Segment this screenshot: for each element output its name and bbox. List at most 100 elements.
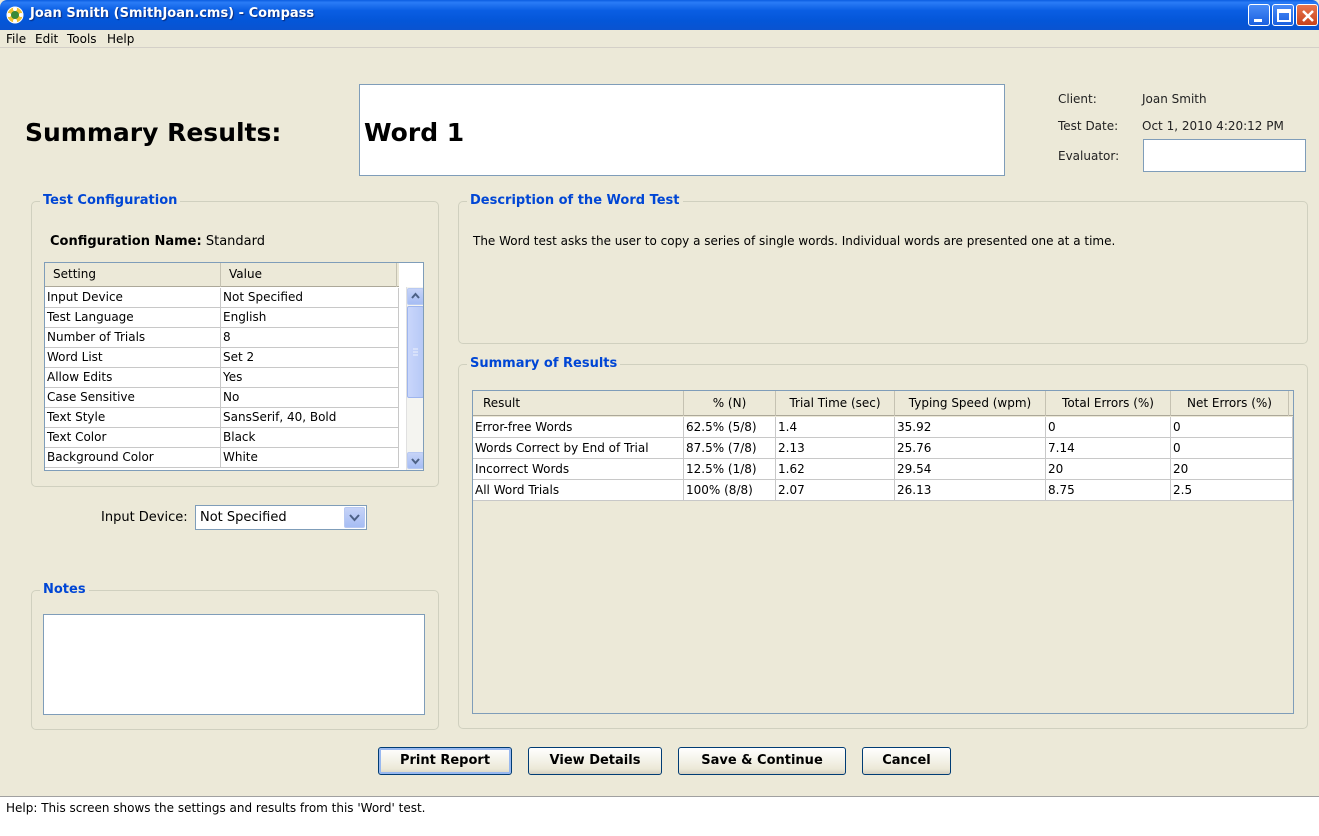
- net-errors-cell: 20: [1171, 459, 1293, 480]
- notes-title: Notes: [40, 582, 89, 597]
- results-table-header: Result % (N) Trial Time (sec) Typing Spe…: [473, 391, 1293, 416]
- menu-edit[interactable]: Edit: [35, 32, 58, 46]
- minimize-button[interactable]: [1248, 4, 1270, 26]
- configuration-name: Configuration Name: Standard: [50, 234, 265, 249]
- column-header-value[interactable]: Value: [221, 263, 397, 287]
- results-row[interactable]: Error-free Words 62.5% (5/8) 1.4 35.92 0 0: [473, 417, 1293, 438]
- total-errors-cell: 8.75: [1046, 480, 1171, 501]
- menu-file[interactable]: File: [6, 32, 26, 46]
- view-details-button[interactable]: View Details: [528, 747, 662, 775]
- close-icon: [1302, 10, 1314, 22]
- setting-value-cell: No: [221, 388, 399, 408]
- column-header-net-errors[interactable]: Net Errors (%): [1171, 391, 1289, 416]
- description-title: Description of the Word Test: [467, 193, 683, 208]
- test-configuration-title: Test Configuration: [40, 193, 181, 208]
- column-header-result[interactable]: Result: [473, 391, 684, 416]
- column-header-trial-time[interactable]: Trial Time (sec): [776, 391, 895, 416]
- status-bar: Help: This screen shows the settings and…: [0, 796, 1319, 836]
- net-errors-cell: 0: [1171, 417, 1293, 438]
- setting-value-cell: SansSerif, 40, Bold: [221, 408, 399, 428]
- chevron-up-icon: [411, 292, 420, 299]
- settings-row[interactable]: Test Language English: [45, 308, 399, 328]
- test-date-value: Oct 1, 2010 4:20:12 PM: [1142, 119, 1284, 133]
- setting-name-cell: Allow Edits: [45, 368, 221, 388]
- configuration-name-label: Configuration Name:: [50, 234, 202, 249]
- settings-row[interactable]: Case Sensitive No: [45, 388, 399, 408]
- column-header-percent[interactable]: % (N): [684, 391, 776, 416]
- setting-value-cell: Black: [221, 428, 399, 448]
- percent-cell: 62.5% (5/8): [684, 417, 776, 438]
- settings-row[interactable]: Text Style SansSerif, 40, Bold: [45, 408, 399, 428]
- column-header-setting[interactable]: Setting: [45, 263, 221, 287]
- client-label: Client:: [1058, 92, 1097, 106]
- description-group: Description of the Word Test: [458, 193, 1308, 344]
- settings-table-header: Setting Value: [45, 263, 399, 287]
- column-header-typing-speed[interactable]: Typing Speed (wpm): [895, 391, 1046, 416]
- status-text: Help: This screen shows the settings and…: [6, 801, 426, 815]
- setting-name-cell: Input Device: [45, 288, 221, 308]
- save-continue-button[interactable]: Save & Continue: [678, 747, 846, 775]
- settings-row[interactable]: Word List Set 2: [45, 348, 399, 368]
- settings-row[interactable]: Number of Trials 8: [45, 328, 399, 348]
- setting-name-cell: Number of Trials: [45, 328, 221, 348]
- dropdown-button[interactable]: [344, 507, 365, 528]
- chevron-down-icon: [349, 514, 360, 522]
- results-table[interactable]: Result % (N) Trial Time (sec) Typing Spe…: [472, 390, 1294, 714]
- results-row[interactable]: All Word Trials 100% (8/8) 2.07 26.13 8.75 2.…: [473, 480, 1293, 501]
- setting-name-cell: Background Color: [45, 448, 221, 468]
- menu-tools[interactable]: Tools: [67, 32, 97, 46]
- result-name-cell: Error-free Words: [473, 417, 684, 438]
- trial-time-cell: 2.07: [776, 480, 895, 501]
- evaluator-label: Evaluator:: [1058, 149, 1120, 163]
- page-title: Summary Results:: [25, 118, 282, 147]
- input-device-selected: Not Specified: [200, 510, 287, 525]
- settings-table[interactable]: Setting Value Input Device Not Specified T…: [44, 262, 424, 471]
- setting-value-cell: 8: [221, 328, 399, 348]
- setting-value-cell: Yes: [221, 368, 399, 388]
- column-header-total-errors[interactable]: Total Errors (%): [1046, 391, 1171, 416]
- scroll-up-button[interactable]: [407, 288, 423, 305]
- configuration-name-value: Standard: [205, 234, 265, 249]
- notes-textarea[interactable]: [43, 614, 425, 715]
- settings-row[interactable]: Input Device Not Specified: [45, 288, 399, 308]
- grip-icon: [413, 348, 418, 356]
- typing-speed-cell: 26.13: [895, 480, 1046, 501]
- percent-cell: 87.5% (7/8): [684, 438, 776, 459]
- input-device-dropdown[interactable]: Not Specified: [195, 505, 367, 530]
- typing-speed-cell: 29.54: [895, 459, 1046, 480]
- results-row[interactable]: Words Correct by End of Trial 87.5% (7/8)…: [473, 438, 1293, 459]
- settings-row[interactable]: Text Color Black: [45, 428, 399, 448]
- settings-row[interactable]: Allow Edits Yes: [45, 368, 399, 388]
- compass-app-icon: [6, 6, 24, 24]
- total-errors-cell: 7.14: [1046, 438, 1171, 459]
- test-name-value: Word 1: [364, 118, 465, 147]
- description-text: The Word test asks the user to copy a se…: [473, 234, 1116, 248]
- settings-row[interactable]: Background Color White: [45, 448, 399, 468]
- maximize-icon: [1277, 9, 1291, 22]
- trial-time-cell: 2.13: [776, 438, 895, 459]
- setting-name-cell: Text Color: [45, 428, 221, 448]
- scroll-down-button[interactable]: [407, 452, 423, 469]
- menu-help[interactable]: Help: [107, 32, 134, 46]
- scroll-thumb[interactable]: [407, 306, 423, 398]
- maximize-button[interactable]: [1272, 4, 1294, 26]
- setting-value-cell: Not Specified: [221, 288, 399, 308]
- result-name-cell: All Word Trials: [473, 480, 684, 501]
- evaluator-input[interactable]: [1143, 139, 1306, 172]
- total-errors-cell: 0: [1046, 417, 1171, 438]
- test-name-field[interactable]: Word 1: [359, 84, 1005, 176]
- settings-scrollbar[interactable]: [406, 287, 423, 470]
- percent-cell: 100% (8/8): [684, 480, 776, 501]
- window-title: Joan Smith (SmithJoan.cms) - Compass: [30, 6, 315, 21]
- client-value: Joan Smith: [1142, 92, 1207, 106]
- menu-bar: File Edit Tools Help: [0, 30, 1319, 48]
- close-button[interactable]: [1296, 4, 1318, 26]
- net-errors-cell: 2.5: [1171, 480, 1293, 501]
- chevron-down-icon: [411, 458, 420, 465]
- cancel-button[interactable]: Cancel: [862, 747, 951, 775]
- results-row[interactable]: Incorrect Words 12.5% (1/8) 1.62 29.54 20 20: [473, 459, 1293, 480]
- app-window: Joan Smith (SmithJoan.cms) - Compass Fil…: [0, 0, 1319, 836]
- print-report-button[interactable]: Print Report: [378, 747, 512, 775]
- title-bar[interactable]: Joan Smith (SmithJoan.cms) - Compass: [0, 0, 1319, 30]
- result-name-cell: Words Correct by End of Trial: [473, 438, 684, 459]
